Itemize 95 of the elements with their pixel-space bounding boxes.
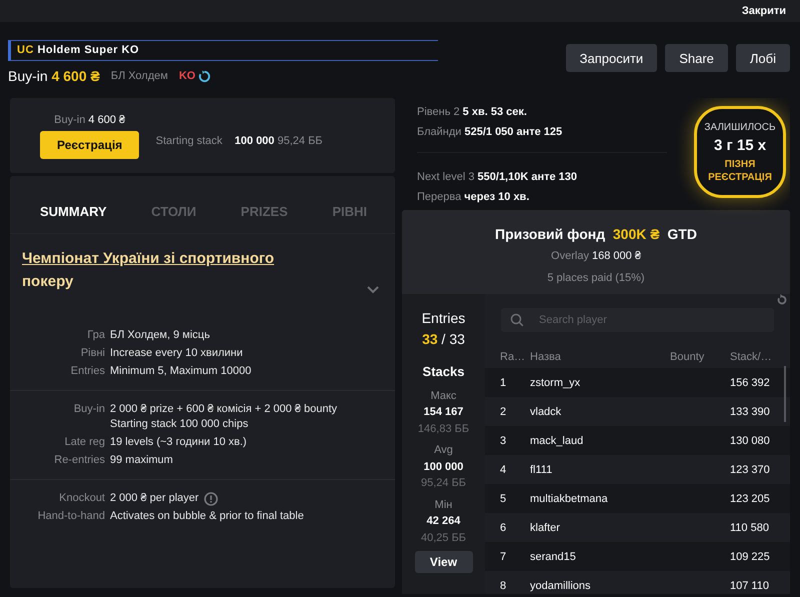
field-value: 99 maximum: [110, 453, 173, 468]
field-label: Hand-to-hand: [36, 509, 106, 524]
close-button[interactable]: Закрити: [742, 2, 786, 20]
field-value: 19 levels (~3 години 10 хв.): [110, 435, 247, 450]
search-field[interactable]: Search player: [501, 308, 774, 332]
scrollbar[interactable]: [784, 366, 786, 422]
level-info-text: Next level 3 550/1,10K анте 130: [417, 170, 578, 185]
header-button[interactable]: Share: [665, 44, 728, 72]
stat-bb: 40,25 ББ: [420, 530, 468, 546]
rank-cell-text: 3: [499, 434, 508, 448]
player-name: mack_laud: [530, 434, 584, 448]
column-header: Назва: [530, 350, 562, 365]
view-button[interactable]: View: [414, 551, 472, 574]
tournament-link[interactable]: Чемпіонат України зі спортивного: [22, 250, 274, 268]
field-value: БЛ Холдем, 9 місць: [110, 328, 210, 344]
stack-cell-text: 133 390: [730, 404, 771, 420]
player-name: multiakbetmana: [530, 492, 609, 506]
player-name: yodamillions: [530, 578, 592, 594]
player-row[interactable]: 1 zstorm_yx 156 392: [485, 368, 790, 398]
register-button[interactable]: Реєстрація: [40, 131, 140, 160]
player-name: serand15: [530, 550, 577, 564]
player-row[interactable]: 4 fl111 123 370: [485, 455, 790, 484]
info-icon[interactable]: [204, 492, 218, 506]
rank-cell-text: 4: [499, 462, 508, 478]
field-label: Рівні: [80, 346, 106, 362]
player-row[interactable]: 8 yodamillions 107 110: [485, 571, 790, 594]
stat-label: Мін: [434, 498, 454, 513]
player-row[interactable]: 6 klafter 110 580: [485, 513, 790, 542]
header-button[interactable]: Лобі: [736, 44, 790, 72]
player-name: fl111: [530, 462, 554, 478]
rank-cell-text: 2: [499, 404, 508, 420]
column-header: Stack/…: [730, 350, 773, 365]
stack-cell-text: 123 205: [730, 492, 771, 506]
stat-label: Макс: [430, 388, 458, 404]
field-value: Activates on bubble & prior to final table: [110, 509, 304, 524]
player-row[interactable]: 5 multiakbetmana 123 205: [485, 484, 790, 514]
badge-label: ПІЗНЯ РЕЄСТРАЦІЯ: [707, 158, 773, 184]
player-name: klafter: [530, 520, 561, 536]
tab[interactable]: SUMMARY: [40, 202, 107, 222]
header-button[interactable]: Запросити: [566, 44, 658, 72]
field-label: Knockout: [58, 491, 106, 506]
prize-pool-text: Призовий фонд 300K ₴ GTD: [494, 225, 698, 244]
stack-cell-text: 123 370: [730, 462, 771, 478]
rank-cell-text: 5: [499, 492, 508, 506]
rank-cell-text: 6: [499, 520, 508, 536]
column-header: Ra…: [499, 350, 526, 365]
rank-cell-text: 7: [499, 550, 508, 564]
field-label: Buy-in: [72, 402, 106, 418]
player-row[interactable]: 3 mack_laud 130 080: [485, 426, 790, 456]
refresh-icon[interactable]: [777, 294, 787, 306]
field-value: Increase every 10 хвилини: [110, 346, 243, 362]
stack-cell-text: 156 392: [730, 376, 771, 390]
level-info-text: Блайнди 525/1 050 анте 125: [417, 125, 564, 140]
buyin-text: Buy-in 4 600 ₴: [8, 67, 100, 86]
stack-cell-text: 109 225: [730, 550, 771, 564]
field-label: Гра: [86, 328, 106, 344]
stack-cell-text: 107 110: [730, 578, 770, 594]
field-label: Re-entries: [53, 453, 106, 468]
field-value: 2 000 ₴ prize + 600 ₴ комісія + 2 000 ₴ bounty Starting stack 100 000 chips: [110, 402, 337, 432]
tournament-title: UC Holdem Super KO: [8, 40, 438, 60]
field-label: Entries: [70, 364, 106, 380]
field-value: 2 000 ₴ per player: [110, 491, 199, 506]
remaining-time: 3 г 15 х: [712, 136, 768, 156]
entries-count: 33 / 33: [421, 330, 466, 350]
tournament-name-text: покеру: [22, 272, 74, 290]
rank-cell-text: 1: [499, 376, 508, 390]
chevron-down-icon[interactable]: [367, 286, 379, 294]
player-name: zstorm_yx: [530, 376, 582, 390]
player-row[interactable]: 7 serand15 109 225: [485, 542, 790, 572]
stat-label: Avg: [433, 443, 454, 458]
starting-stack-text: Starting stack 100 000 95,24 ББ: [156, 134, 323, 149]
stat-bb: 95,24 ББ: [420, 476, 468, 492]
badge-caption: ЗАЛИШИЛОСЬ: [703, 121, 777, 136]
overlay-text: Overlay 168 000 ₴: [550, 248, 642, 264]
ko-tag: KO: [178, 68, 196, 85]
stat-value: 154 167: [422, 405, 464, 420]
places-paid-text: 5 places paid (15%): [546, 270, 646, 286]
field-label: Late reg: [64, 435, 106, 450]
rank-cell-text: 8: [499, 578, 508, 594]
stat-value: 42 264: [426, 514, 462, 530]
player-row[interactable]: 2 vladck 133 390: [485, 397, 790, 426]
entries-label: Entries: [420, 309, 466, 328]
stacks-label: Stacks: [422, 363, 466, 382]
game-type: БЛ Холдем: [110, 69, 168, 84]
field-value: Minimum 5, Maximum 10000: [110, 364, 252, 380]
column-header: Bounty: [670, 350, 706, 365]
stat-value: 100 000: [422, 460, 464, 475]
buyin-text: Buy-in 4 600 ₴: [53, 112, 126, 128]
level-info-text: Перерва через 10 хв.: [417, 190, 530, 205]
stack-cell-text: 110 580: [730, 520, 770, 536]
player-name: vladck: [530, 404, 562, 420]
stat-bb: 146,83 ББ: [416, 422, 470, 437]
level-info-text: Рівень 2 5 хв. 53 сек.: [417, 105, 528, 120]
refresh-icon: [198, 70, 212, 83]
stack-cell-text: 130 080: [730, 434, 771, 448]
